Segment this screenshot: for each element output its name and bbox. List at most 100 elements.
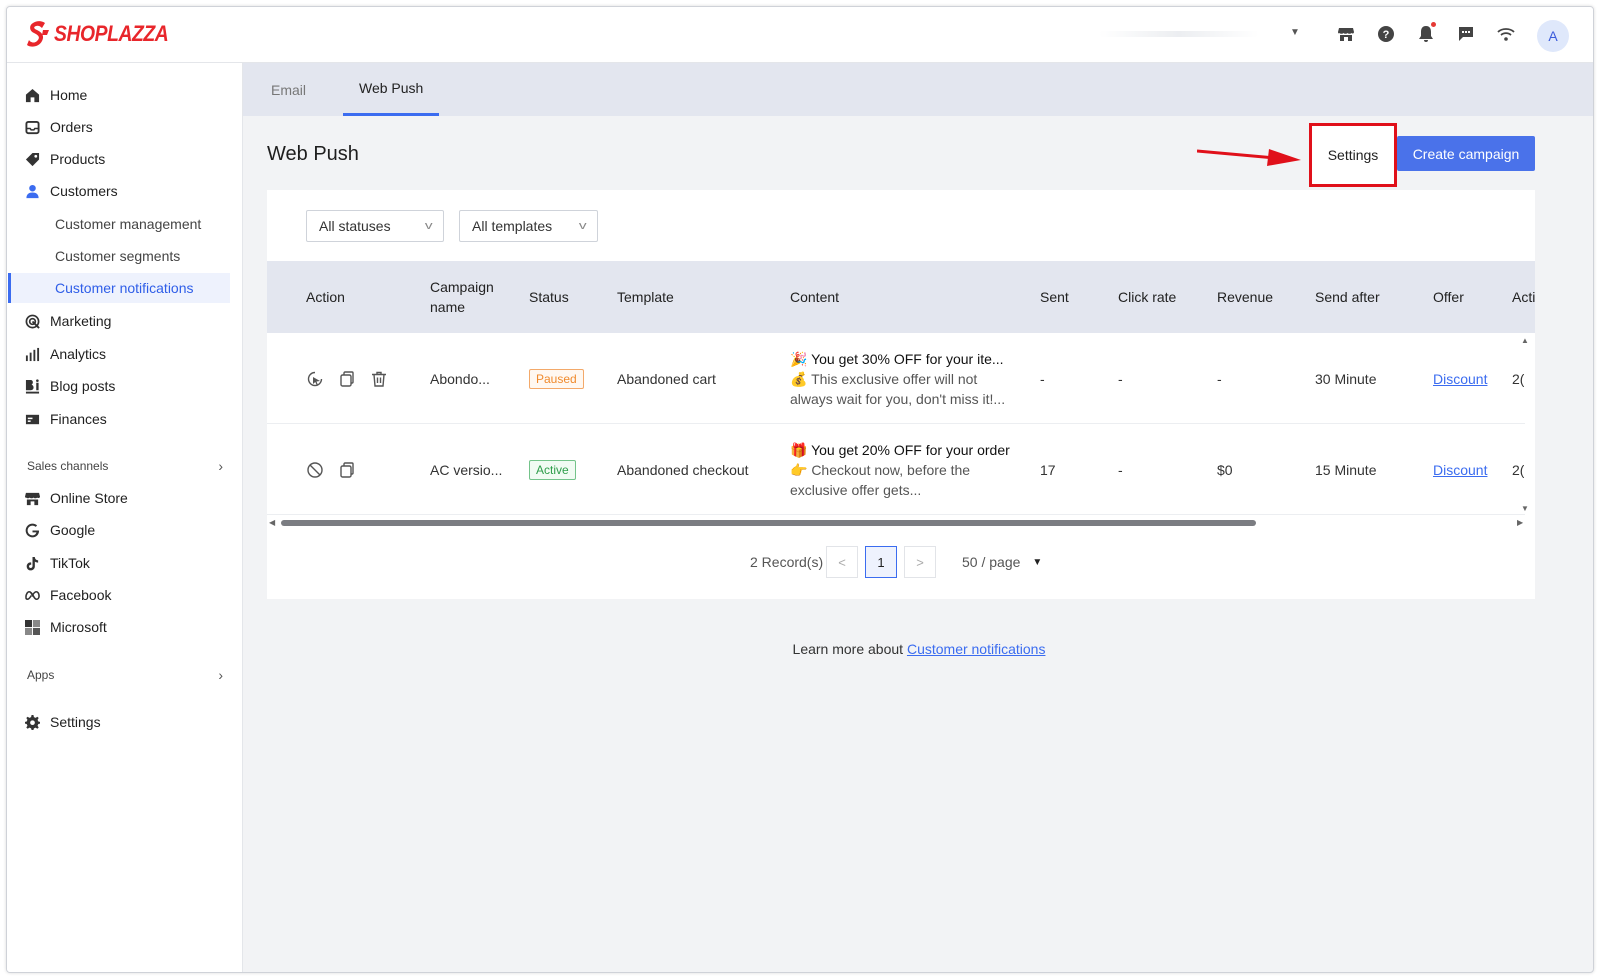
page-1-button[interactable]: 1 xyxy=(865,546,897,578)
status-cell: Active xyxy=(529,424,576,515)
scroll-left-arrow-icon[interactable]: ◀ xyxy=(269,518,275,527)
chevron-right-icon: › xyxy=(218,458,223,474)
sidebar-item-finances[interactable]: Finances xyxy=(23,405,107,433)
table-row: AC versio... Active Abandoned checkout 🎁… xyxy=(267,424,1525,515)
trash-icon[interactable] xyxy=(370,370,388,388)
sidebar-item-analytics[interactable]: Analytics xyxy=(23,340,106,368)
column-header-campaign-name: Campaign name xyxy=(430,261,494,333)
resume-icon[interactable] xyxy=(306,370,324,388)
header-text: name xyxy=(430,299,466,315)
page-title: Web Push xyxy=(267,143,359,165)
scroll-up-arrow-icon[interactable]: ▲ xyxy=(1521,336,1529,345)
sidebar-item-customer-notifications[interactable]: Customer notifications xyxy=(55,274,194,302)
sidebar-item-home[interactable]: Home xyxy=(23,81,87,109)
campaign-name[interactable]: AC versio... xyxy=(430,424,502,515)
table-header: Action Campaign name Status Template Con… xyxy=(267,261,1535,333)
sidebar: Home Orders Products Customers Customer … xyxy=(7,63,243,972)
sidebar-item-products[interactable]: Products xyxy=(23,145,105,173)
google-icon xyxy=(23,521,41,539)
chevron-down-icon[interactable]: ▼ xyxy=(1290,27,1300,38)
send-after-cell: 30 Minute xyxy=(1315,370,1377,387)
sidebar-item-label: Blog posts xyxy=(50,378,116,394)
page-size-select[interactable]: 50 / page ▼ xyxy=(962,546,1042,578)
disable-icon[interactable] xyxy=(306,461,324,479)
apps-section[interactable]: Apps › xyxy=(27,667,223,683)
active-cell: 2( xyxy=(1512,461,1524,478)
scroll-down-arrow-icon[interactable]: ▼ xyxy=(1521,504,1529,513)
template-filter[interactable]: All templates v xyxy=(459,210,598,242)
marketing-icon xyxy=(23,312,41,330)
discount-link[interactable]: Discount xyxy=(1433,462,1487,478)
sidebar-item-marketing[interactable]: Marketing xyxy=(23,307,111,335)
tab-email[interactable]: Email xyxy=(271,63,306,116)
next-page-button[interactable]: > xyxy=(904,546,936,578)
sidebar-item-google[interactable]: Google xyxy=(23,516,95,544)
template-cell: Abandoned checkout xyxy=(617,461,749,478)
revenue-cell: - xyxy=(1217,370,1222,387)
store-icon xyxy=(23,489,41,507)
copy-icon[interactable] xyxy=(338,461,356,479)
sent-cell: - xyxy=(1040,370,1045,387)
sales-channels-section[interactable]: Sales channels › xyxy=(27,458,223,474)
scrollbar-thumb[interactable] xyxy=(281,520,1256,526)
sidebar-item-online-store[interactable]: Online Store xyxy=(23,484,128,512)
sidebar-item-facebook[interactable]: Facebook xyxy=(23,581,111,609)
sidebar-item-customer-segments[interactable]: Customer segments xyxy=(55,242,180,270)
microsoft-icon xyxy=(23,618,41,636)
store-icon[interactable] xyxy=(1335,23,1357,45)
campaign-name[interactable]: Abondo... xyxy=(430,333,490,424)
column-header-click-rate: Click rate xyxy=(1118,289,1177,305)
sidebar-item-blog-posts[interactable]: Blog posts xyxy=(23,372,115,400)
sidebar-item-microsoft[interactable]: Microsoft xyxy=(23,613,107,641)
sidebar-item-label: Online Store xyxy=(50,490,128,506)
sidebar-item-settings[interactable]: Settings xyxy=(23,708,101,736)
row-actions xyxy=(306,424,356,515)
avatar[interactable]: A xyxy=(1537,20,1569,52)
home-icon xyxy=(23,86,41,104)
click-rate-cell: - xyxy=(1118,461,1123,478)
app-window: SHOPLAZZA ▼ ? A Home Orders Products Cus… xyxy=(6,6,1594,973)
bar-chart-icon xyxy=(23,345,41,363)
sidebar-item-label: Settings xyxy=(50,714,101,730)
discount-link[interactable]: Discount xyxy=(1433,371,1487,387)
customer-notifications-link[interactable]: Customer notifications xyxy=(907,641,1046,657)
sidebar-item-customers[interactable]: Customers xyxy=(23,177,118,205)
sidebar-item-label: Analytics xyxy=(50,346,107,362)
tab-bar: Email Web Push xyxy=(243,63,1593,116)
sent-cell: 17 xyxy=(1040,461,1056,478)
finance-icon xyxy=(23,410,41,428)
content-cell: 🎁 You get 20% OFF for your order 👉 Check… xyxy=(790,424,1010,515)
shoplazza-logo[interactable]: SHOPLAZZA xyxy=(27,21,184,47)
offer-cell: Discount xyxy=(1433,424,1487,515)
column-header-status: Status xyxy=(529,289,569,305)
status-badge: Paused xyxy=(529,368,584,389)
settings-button[interactable]: Settings xyxy=(1309,123,1397,187)
status-filter[interactable]: All statuses v xyxy=(306,210,444,242)
chevron-right-icon: › xyxy=(218,667,223,683)
person-icon xyxy=(23,182,41,200)
store-selector[interactable] xyxy=(1099,31,1259,37)
learn-more: Learn more about Customer notifications xyxy=(243,641,1593,657)
wifi-icon[interactable] xyxy=(1495,23,1517,45)
table-row: Abondo... Paused Abandoned cart 🎉 You ge… xyxy=(267,333,1525,424)
chevron-down-icon: v xyxy=(424,220,433,232)
help-icon[interactable]: ? xyxy=(1375,23,1397,45)
content-body: 👉 Checkout now, before the xyxy=(790,461,971,478)
column-header-content: Content xyxy=(790,289,840,305)
column-header-revenue: Revenue xyxy=(1217,289,1274,305)
previous-page-button[interactable]: < xyxy=(826,546,858,578)
horizontal-scrollbar[interactable]: ◀ ▶ xyxy=(269,518,1525,528)
column-header-sent: Sent xyxy=(1040,289,1069,305)
sidebar-item-orders[interactable]: Orders xyxy=(23,113,93,141)
content-body: 💰 This exclusive offer will not xyxy=(790,370,978,387)
sidebar-item-tiktok[interactable]: TikTok xyxy=(23,549,90,577)
tab-web-push[interactable]: Web Push xyxy=(343,63,440,116)
message-icon[interactable] xyxy=(1455,23,1477,45)
sidebar-item-customer-management[interactable]: Customer management xyxy=(55,210,201,238)
bell-icon[interactable] xyxy=(1415,22,1437,45)
copy-icon[interactable] xyxy=(338,370,356,388)
scroll-right-arrow-icon[interactable]: ▶ xyxy=(1517,518,1523,527)
notification-dot xyxy=(1431,22,1436,27)
click-rate-cell: - xyxy=(1118,370,1123,387)
create-campaign-button[interactable]: Create campaign xyxy=(1397,136,1535,171)
